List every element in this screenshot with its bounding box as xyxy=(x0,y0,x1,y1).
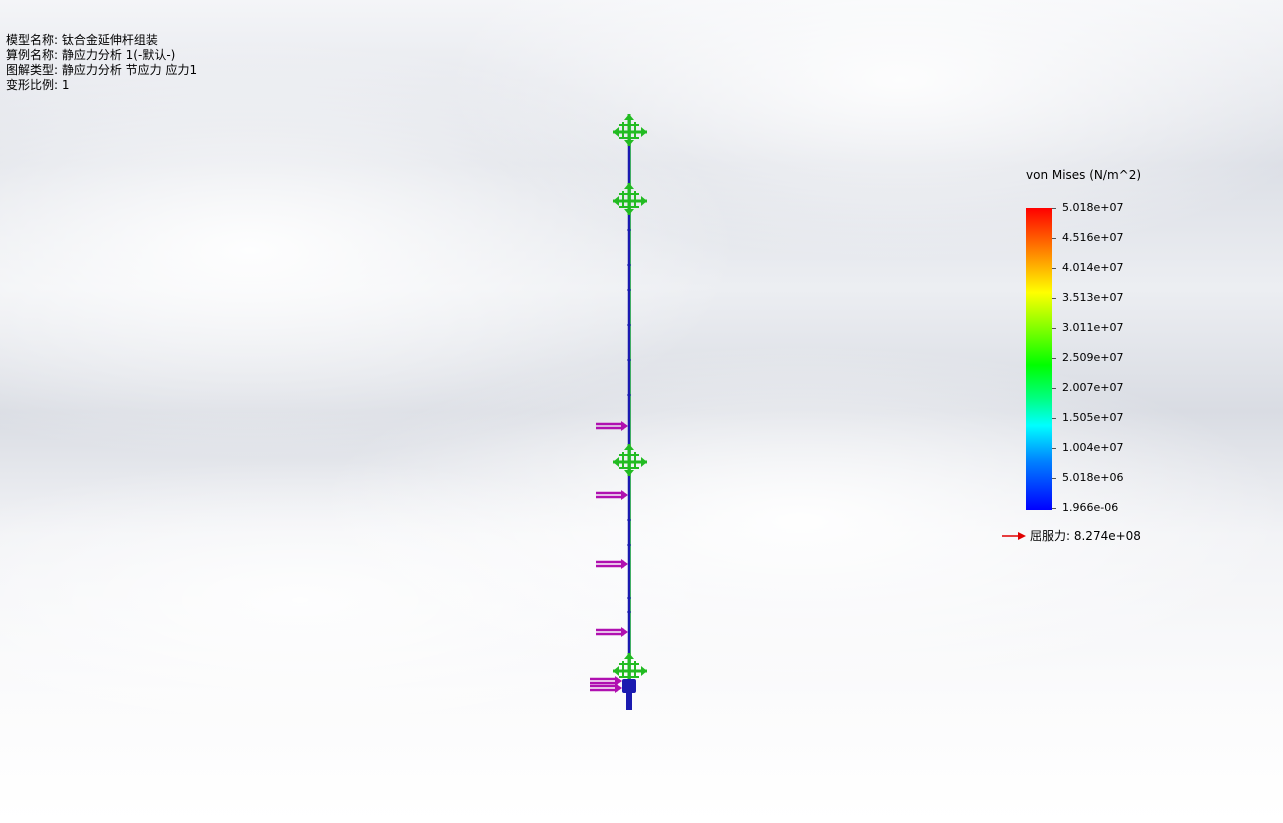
legend-tick xyxy=(1052,238,1056,239)
legend-tick xyxy=(1052,358,1056,359)
legend-tick xyxy=(1052,508,1056,509)
legend-value-label: 2.007e+07 xyxy=(1062,381,1124,394)
legend-tick xyxy=(1052,268,1056,269)
legend-tick xyxy=(1052,478,1056,479)
fixed-geometry-icon xyxy=(611,112,649,148)
legend-value-label: 5.018e+06 xyxy=(1062,471,1124,484)
legend-value-label: 2.509e+07 xyxy=(1062,351,1124,364)
legend-tick xyxy=(1052,448,1056,449)
legend-tick xyxy=(1052,328,1056,329)
yield-strength-label: 屈服力: 8.274e+08 xyxy=(1030,529,1141,543)
legend-tick xyxy=(1052,388,1056,389)
legend-value-label: 1.505e+07 xyxy=(1062,411,1124,424)
legend-value-label: 1.004e+07 xyxy=(1062,441,1124,454)
legend-tick xyxy=(1052,298,1056,299)
force-arrow-icon xyxy=(594,625,630,639)
fixed-geometry-icon xyxy=(611,181,649,217)
force-arrow-icon xyxy=(594,419,630,433)
force-arrow-icon xyxy=(594,488,630,502)
legend-value-label: 3.513e+07 xyxy=(1062,291,1124,304)
yield-arrowhead-icon xyxy=(1018,532,1026,540)
force-arrow-icon xyxy=(588,681,624,695)
legend-value-label: 5.018e+07 xyxy=(1062,201,1124,214)
legend-title: von Mises (N/m^2) xyxy=(1026,168,1142,182)
rod-base-block xyxy=(622,679,636,693)
legend-value-label: 1.966e-06 xyxy=(1062,501,1119,514)
legend-colorbar xyxy=(1026,208,1052,510)
force-arrow-icon xyxy=(588,674,624,688)
force-arrow-icon xyxy=(594,557,630,571)
legend-value-label: 4.014e+07 xyxy=(1062,261,1124,274)
legend-tick xyxy=(1052,208,1056,209)
fixed-geometry-icon xyxy=(611,442,649,478)
rod-base-stem xyxy=(626,693,632,710)
legend-tick xyxy=(1052,418,1056,419)
legend-value-label: 3.011e+07 xyxy=(1062,321,1124,334)
legend-value-label: 4.516e+07 xyxy=(1062,231,1124,244)
